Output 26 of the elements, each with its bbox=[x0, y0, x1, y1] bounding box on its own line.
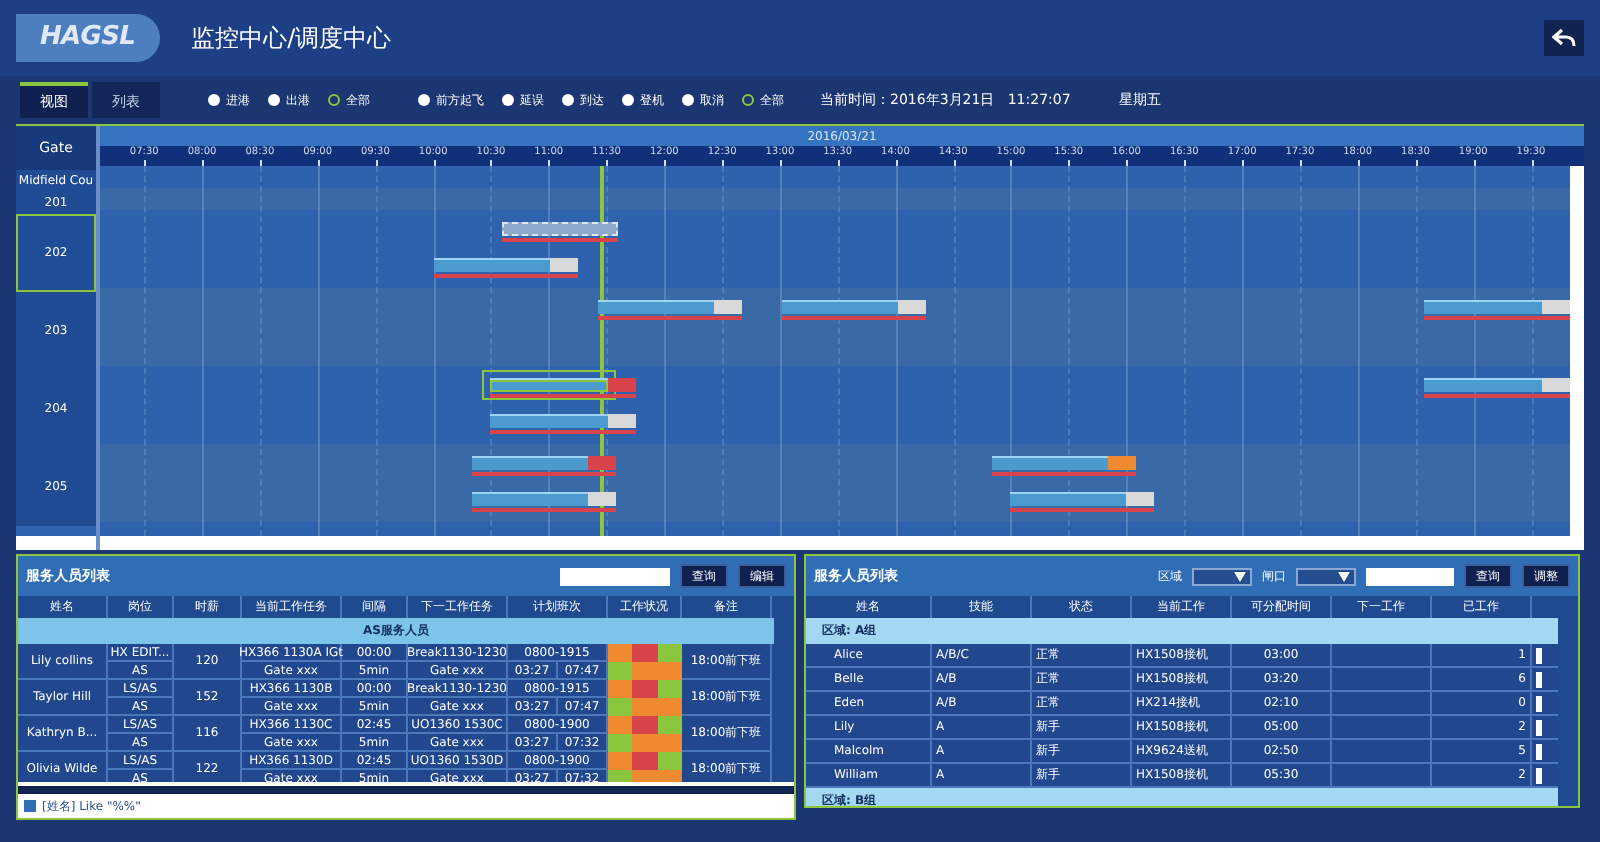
delay-line bbox=[502, 238, 619, 242]
checkbox[interactable] bbox=[24, 800, 36, 812]
horizontal-scrollbar[interactable] bbox=[18, 782, 794, 794]
search-field[interactable] bbox=[560, 567, 670, 585]
radio-button[interactable] bbox=[268, 94, 280, 106]
dropdown-arrow-icon bbox=[1334, 569, 1354, 583]
scrollbar[interactable] bbox=[16, 536, 96, 550]
radio-button[interactable] bbox=[208, 94, 220, 106]
radio-button[interactable] bbox=[562, 94, 574, 106]
radio-button[interactable] bbox=[622, 94, 634, 106]
back-button[interactable] bbox=[1544, 20, 1584, 56]
scrollbar[interactable] bbox=[1570, 166, 1584, 536]
back-arrow-icon bbox=[1552, 28, 1576, 48]
dropdown[interactable] bbox=[1192, 567, 1252, 585]
dropdown[interactable] bbox=[1296, 567, 1356, 585]
radio-button[interactable] bbox=[418, 94, 430, 106]
scrollbar[interactable] bbox=[100, 536, 1584, 550]
scrollbar[interactable] bbox=[774, 618, 794, 782]
logo: HAGSL bbox=[16, 14, 160, 62]
page-title: 监控中心/调度中心 bbox=[191, 22, 392, 56]
radio-button[interactable] bbox=[742, 94, 754, 106]
radio-button[interactable] bbox=[328, 94, 340, 106]
radio-button[interactable] bbox=[682, 94, 694, 106]
dropdown-arrow-icon bbox=[1230, 569, 1250, 583]
radio-button[interactable] bbox=[502, 94, 514, 106]
search-field[interactable] bbox=[1366, 567, 1454, 585]
